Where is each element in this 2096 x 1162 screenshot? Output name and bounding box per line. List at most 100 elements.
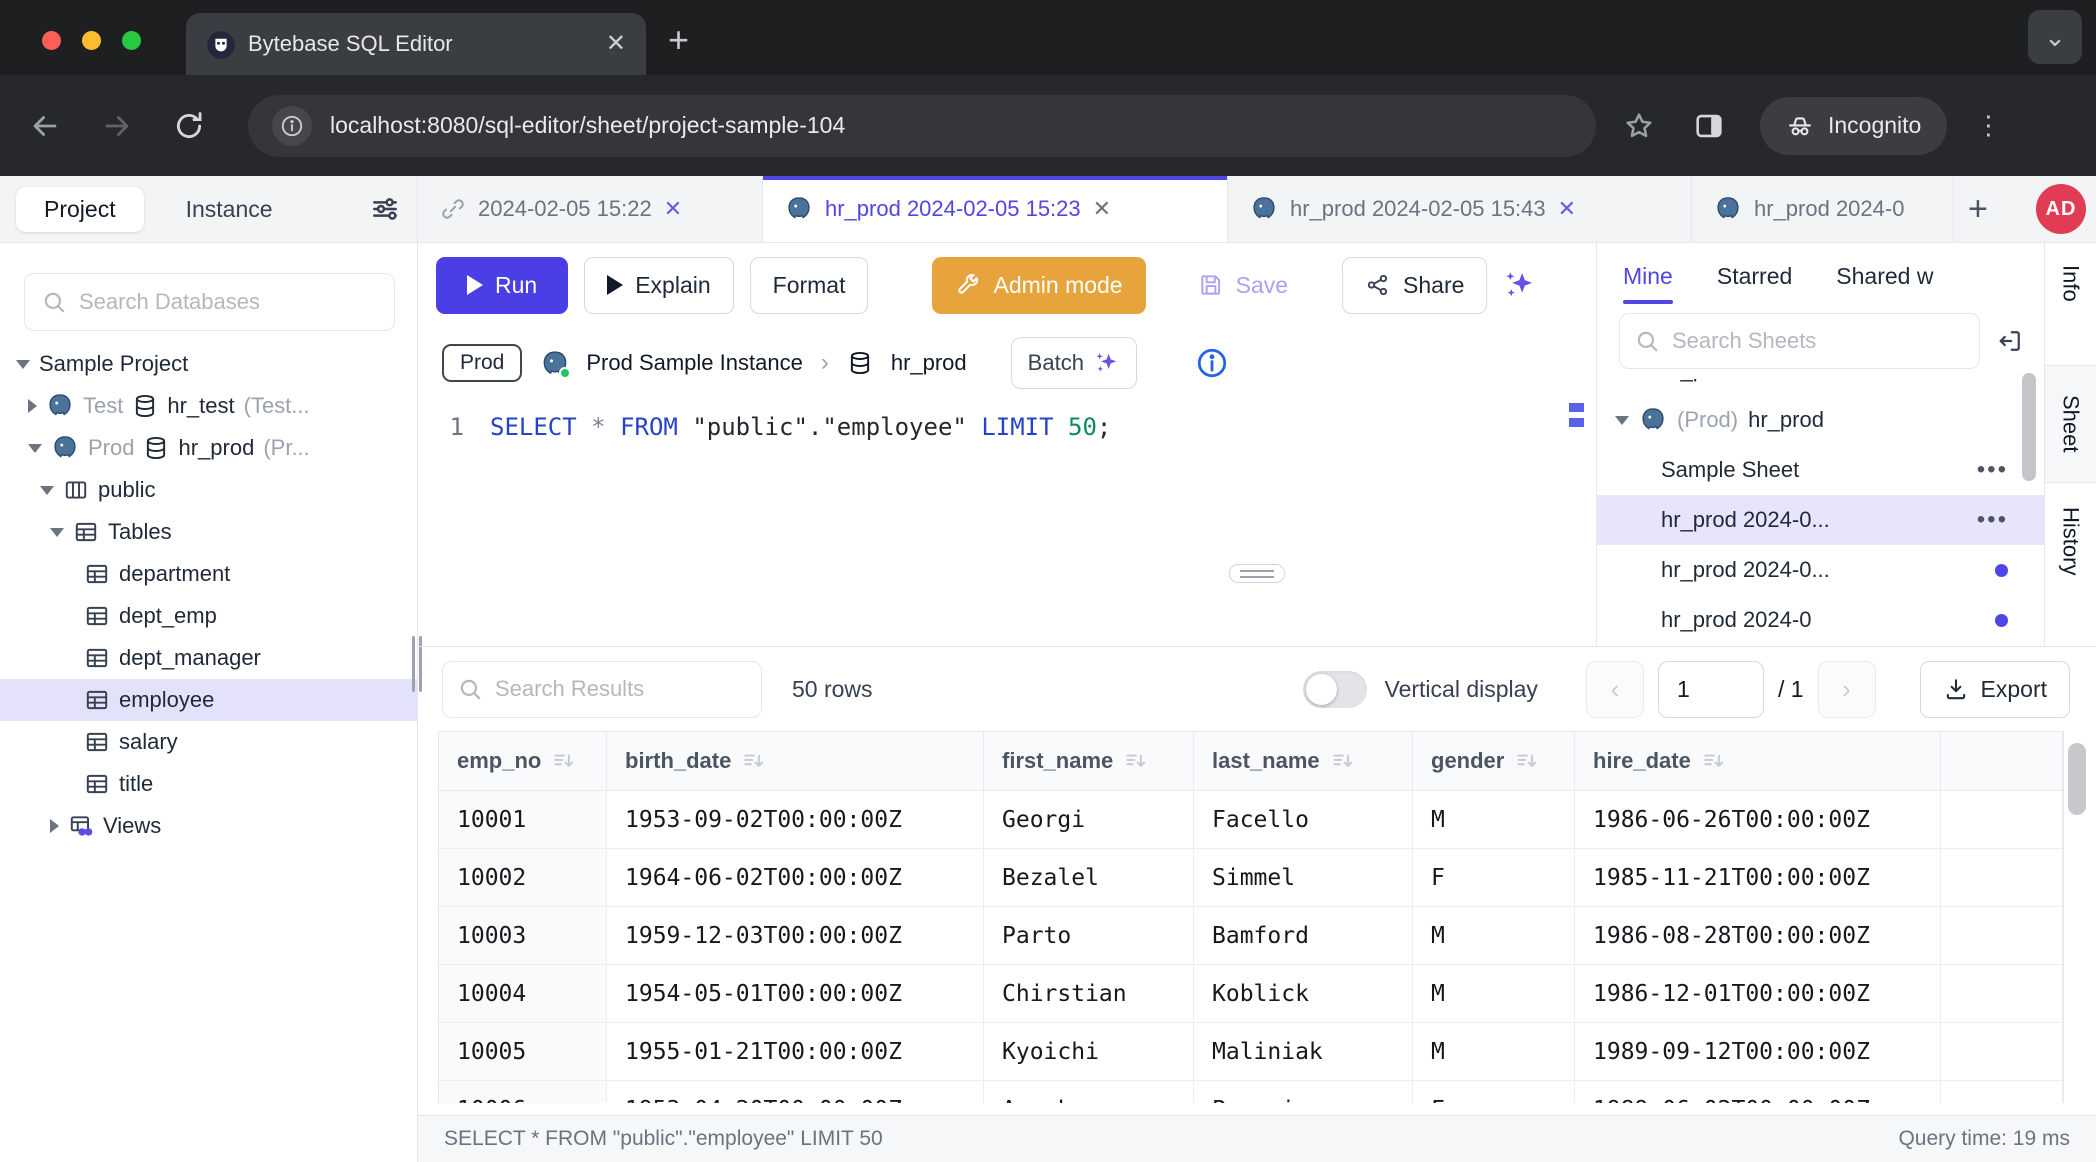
chevron-down-icon[interactable]	[1615, 416, 1629, 425]
chevron-down-icon[interactable]	[50, 528, 64, 537]
sheet-tab-3[interactable]: hr_prod 2024-02-05 15:43 ✕	[1228, 176, 1692, 242]
site-info-icon[interactable]	[272, 106, 312, 146]
search-results-box[interactable]	[442, 661, 762, 718]
add-sheet-tab-button[interactable]: +	[1954, 190, 2002, 229]
sort-icon[interactable]	[1514, 748, 1540, 774]
next-page-button[interactable]: ›	[1818, 661, 1876, 718]
tree-item-table-department[interactable]: department	[0, 553, 417, 595]
tree-item-hr-test[interactable]: Test hr_test (Test...	[0, 385, 417, 427]
tree-item-table-employee[interactable]: employee	[0, 679, 417, 721]
column-header-hire-date[interactable]: hire_date	[1575, 732, 1941, 791]
search-results-input[interactable]	[495, 676, 747, 702]
sort-icon[interactable]	[1123, 748, 1149, 774]
sheet-group-hr-prod[interactable]: (Prod) hr_prod	[1597, 395, 2044, 445]
page-number-input[interactable]	[1658, 661, 1764, 718]
forward-icon[interactable]	[100, 109, 134, 143]
browser-menu-icon[interactable]: ⋮	[1973, 118, 2003, 134]
chevron-down-icon[interactable]	[16, 360, 30, 369]
prev-page-button[interactable]: ‹	[1586, 661, 1644, 718]
run-button[interactable]: Run	[436, 257, 568, 314]
back-icon[interactable]	[28, 109, 62, 143]
export-button[interactable]: Export	[1920, 661, 2070, 718]
sort-icon[interactable]	[741, 748, 767, 774]
tree-item-views-group[interactable]: Views	[0, 805, 417, 847]
tab-mine[interactable]: Mine	[1623, 249, 1673, 304]
tab-project[interactable]: Project	[16, 187, 144, 232]
sheet-item-3[interactable]: hr_prod 2024-0...	[1597, 545, 2044, 595]
tree-item-project[interactable]: Sample Project	[0, 343, 417, 385]
column-header-emp-no[interactable]: emp_no	[439, 732, 607, 791]
column-header-birth-date[interactable]: birth_date	[607, 732, 984, 791]
tab-starred[interactable]: Starred	[1717, 249, 1792, 304]
close-tab-icon[interactable]: ✕	[606, 32, 626, 56]
chevron-down-icon[interactable]	[40, 486, 54, 495]
ai-sparkle-icon[interactable]	[1503, 268, 1537, 302]
close-sheet-tab-icon[interactable]: ✕	[1558, 196, 1576, 222]
search-sheets-box[interactable]	[1619, 313, 1980, 369]
sheet-tab-4[interactable]: hr_prod 2024-0	[1692, 176, 1954, 242]
close-sheet-tab-icon[interactable]: ✕	[1093, 196, 1111, 222]
search-databases-input[interactable]	[79, 289, 378, 315]
sheet-item-sample[interactable]: Sample Sheet •••	[1597, 445, 2044, 495]
reload-icon[interactable]	[172, 109, 206, 143]
url-bar[interactable]: localhost:8080/sql-editor/sheet/project-…	[248, 95, 1596, 157]
sheet-item-selected[interactable]: hr_prod 2024-0... •••	[1597, 495, 2044, 545]
search-sheets-input[interactable]	[1672, 328, 1965, 354]
tab-sheet-active[interactable]: Sheet	[2045, 365, 2096, 483]
sheet-item-clipped[interactable]: hr_prod 2024-0...	[1597, 379, 2044, 395]
batch-button[interactable]: Batch	[1011, 337, 1137, 389]
sql-editor[interactable]: 1 SELECT * FROM "public"."employee" LIMI…	[418, 399, 1596, 646]
sheet-label: hr_prod 2024-0	[1661, 607, 1811, 633]
tab-search-chevron-button[interactable]: ⌄	[2028, 10, 2082, 64]
tab-instance[interactable]: Instance	[158, 187, 301, 232]
sort-icon[interactable]	[551, 748, 577, 774]
results-scrollbar[interactable]	[2068, 743, 2086, 815]
instance-name[interactable]: Prod Sample Instance	[586, 350, 802, 376]
column-header-last-name[interactable]: last_name	[1194, 732, 1413, 791]
sheet-item-4[interactable]: hr_prod 2024-0	[1597, 595, 2044, 645]
more-actions-icon[interactable]: •••	[1977, 456, 2008, 484]
minimize-window-button[interactable]	[82, 31, 101, 50]
chevron-right-icon[interactable]	[50, 819, 59, 833]
chevron-right-icon[interactable]	[28, 399, 37, 413]
tree-item-schema-public[interactable]: public	[0, 469, 417, 511]
bookmark-star-icon[interactable]	[1622, 109, 1656, 143]
info-circle-icon[interactable]	[1195, 346, 1229, 380]
browser-tab[interactable]: Bytebase SQL Editor ✕	[186, 13, 646, 75]
user-avatar[interactable]: AD	[2036, 184, 2086, 234]
new-tab-button[interactable]: +	[668, 22, 689, 58]
tree-item-tables-group[interactable]: Tables	[0, 511, 417, 553]
vertical-display-toggle[interactable]	[1303, 671, 1367, 708]
format-button[interactable]: Format	[750, 257, 869, 314]
filter-sliders-icon[interactable]	[369, 193, 401, 225]
more-actions-icon[interactable]: •••	[1977, 506, 2008, 534]
side-panel-icon[interactable]	[1692, 109, 1726, 143]
tree-item-hr-prod[interactable]: Prod hr_prod (Pr...	[0, 427, 417, 469]
tab-shared[interactable]: Shared w	[1836, 249, 1933, 304]
sheet-tab-2-active[interactable]: hr_prod 2024-02-05 15:23 ✕	[763, 176, 1228, 242]
column-header-gender[interactable]: gender	[1413, 732, 1575, 791]
tree-item-table-dept-emp[interactable]: dept_emp	[0, 595, 417, 637]
column-header-first-name[interactable]: first_name	[984, 732, 1194, 791]
tree-item-table-dept-manager[interactable]: dept_manager	[0, 637, 417, 679]
admin-mode-button[interactable]: Admin mode	[932, 257, 1145, 314]
search-databases-box[interactable]	[24, 273, 395, 331]
collapse-panel-icon[interactable]	[1996, 327, 2024, 355]
close-sheet-tab-icon[interactable]: ✕	[664, 196, 682, 222]
tab-history[interactable]: History	[2058, 483, 2084, 575]
explain-button[interactable]: Explain	[584, 257, 733, 314]
sheets-scrollbar[interactable]	[2022, 373, 2036, 481]
database-name[interactable]: hr_prod	[891, 350, 967, 376]
save-button[interactable]: Save	[1188, 257, 1298, 314]
tree-item-table-salary[interactable]: salary	[0, 721, 417, 763]
chevron-down-icon[interactable]	[28, 444, 42, 453]
panel-drag-handle[interactable]	[1229, 564, 1285, 583]
sheet-tab-1[interactable]: 2024-02-05 15:22 ✕	[418, 176, 763, 242]
tab-info[interactable]: Info	[2058, 243, 2084, 365]
zoom-window-button[interactable]	[122, 31, 141, 50]
tree-item-table-title[interactable]: title	[0, 763, 417, 805]
sort-icon[interactable]	[1701, 748, 1727, 774]
close-window-button[interactable]	[42, 31, 61, 50]
share-button[interactable]: Share	[1342, 257, 1487, 314]
sort-icon[interactable]	[1330, 748, 1356, 774]
